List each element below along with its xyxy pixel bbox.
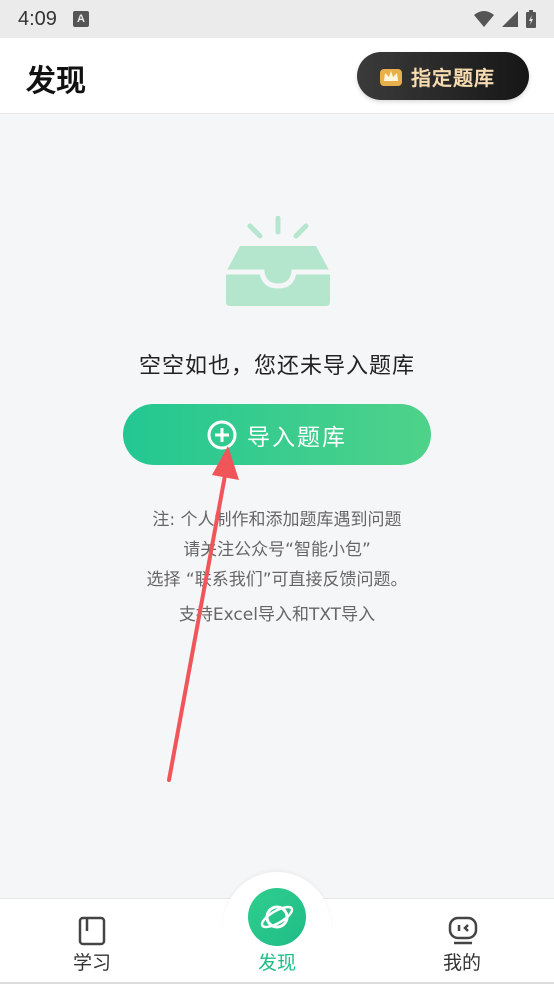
tab-mine-label: 我的 (442, 952, 481, 974)
plus-circle-icon (207, 420, 237, 449)
status-bar: 4:09 A (0, 0, 554, 38)
notification-icon: A (72, 11, 89, 27)
book-icon (78, 916, 106, 946)
note-line-3: 选择 “联系我们”可直接反馈问题。 (146, 570, 408, 590)
top-header: 发现 指定题库 (0, 38, 554, 114)
empty-message: 空空如也，您还未导入题库 (138, 354, 415, 379)
signal-icon (502, 11, 518, 27)
import-bank-button[interactable]: 导入题库 (123, 404, 431, 465)
support-formats-text: 支持Excel导入和TXT导入 (178, 605, 376, 625)
import-bank-label: 导入题库 (247, 424, 347, 451)
designated-bank-button[interactable]: 指定题库 (357, 52, 529, 100)
tab-study[interactable]: 学习 (32, 898, 152, 984)
tab-study-label: 学习 (72, 952, 111, 974)
crown-icon (380, 69, 402, 86)
note-line-2: 请关注公众号“智能小包” (183, 540, 371, 560)
battery-icon (526, 10, 536, 28)
page-title: 发现 (26, 64, 86, 99)
empty-box-icon (226, 216, 330, 306)
tab-discover-label: 发现 (257, 952, 296, 974)
designated-bank-label: 指定题库 (411, 65, 495, 90)
wifi-icon (474, 11, 494, 27)
face-icon (448, 916, 478, 945)
tab-mine[interactable]: 我的 (402, 898, 522, 984)
annotation-arrow (167, 446, 239, 782)
status-indicators (474, 10, 536, 28)
note-line-1: 注: 个人制作和添加题库遇到问题 (152, 510, 402, 530)
status-time: 4:09 (18, 7, 57, 30)
tab-discover[interactable]: 发现 (217, 898, 337, 984)
help-notes: 注: 个人制作和添加题库遇到问题 请关注公众号“智能小包” 选择 “联系我们”可… (0, 505, 554, 595)
